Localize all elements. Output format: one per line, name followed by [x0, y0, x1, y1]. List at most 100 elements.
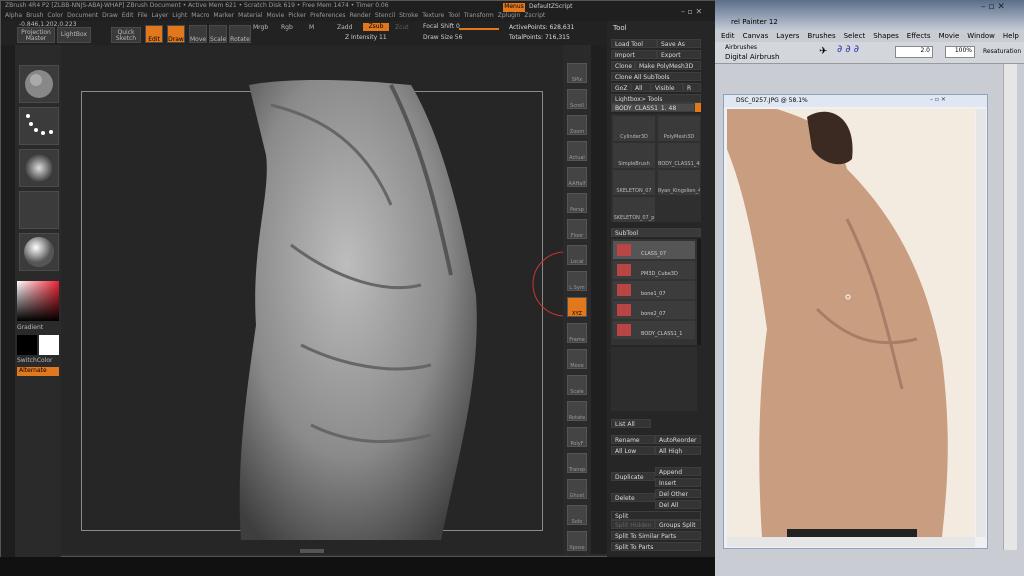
shelf-move-button[interactable]: Move: [567, 349, 587, 369]
primary-color-swatch[interactable]: [17, 335, 37, 355]
shelf-frame-button[interactable]: Frame: [567, 323, 587, 343]
painter-menu-shapes[interactable]: Shapes: [873, 32, 899, 40]
painter-window-controls[interactable]: – ▫ ✕: [981, 2, 1021, 16]
tool-thumb[interactable]: Ryan_Kingslien_4: [658, 170, 700, 195]
load-tool-button[interactable]: Load Tool: [611, 39, 657, 48]
shelf-spix-button[interactable]: SPix: [567, 63, 587, 83]
gradient-label[interactable]: Gradient: [17, 324, 43, 331]
zbrush-menu-texture[interactable]: Texture: [422, 11, 444, 21]
shelf-xyz-button[interactable]: XYZ: [567, 297, 587, 317]
import-button[interactable]: Import: [611, 50, 657, 59]
move-mode-button[interactable]: Move: [189, 25, 207, 43]
shelf-zoom-button[interactable]: Zoom: [567, 115, 587, 135]
zbrush-menu-marker[interactable]: Marker: [213, 11, 234, 21]
tool-thumb[interactable]: Cylinder3D: [613, 116, 655, 141]
zbrush-menu-stroke[interactable]: Stroke: [399, 11, 418, 21]
zsub-toggle[interactable]: Zsub: [363, 23, 389, 31]
zbrush-menu-brush[interactable]: Brush: [26, 11, 43, 21]
zbrush-menu-alpha[interactable]: Alpha: [5, 11, 22, 21]
zbrush-menu-items[interactable]: Alpha Brush Color Document Draw Edit File Layer…: [1, 11, 716, 21]
alpha-thumb[interactable]: [19, 149, 59, 187]
painter-menu-movie[interactable]: Movie: [939, 32, 960, 40]
mrgb-toggle[interactable]: Mrgb: [253, 24, 268, 31]
zbrush-menu-light[interactable]: Light: [172, 11, 187, 21]
zbrush-menu-color[interactable]: Color: [47, 11, 63, 21]
shelf-scale-button[interactable]: Scale: [567, 375, 587, 395]
export-button[interactable]: Export: [657, 50, 701, 59]
split-parts-button[interactable]: Split To Parts: [611, 542, 701, 551]
brush-thumb[interactable]: [19, 65, 59, 103]
photo-hscroll[interactable]: [727, 537, 975, 547]
shelf-local-button[interactable]: Local: [567, 245, 587, 265]
clone-button[interactable]: Clone: [611, 61, 635, 70]
zcut-toggle[interactable]: Zcut: [395, 24, 409, 31]
painter-vscroll[interactable]: [1003, 64, 1017, 550]
switch-color-button[interactable]: SwitchColor: [17, 357, 53, 364]
focal-shift-slider[interactable]: Focal Shift 0: [423, 23, 460, 30]
painter-menubar[interactable]: Edit Canvas Layers Brushes Select Shapes Effec…: [721, 32, 1024, 40]
append-button[interactable]: Append: [655, 467, 701, 476]
m-toggle[interactable]: M: [309, 24, 314, 31]
alternate-button[interactable]: Alternate: [17, 367, 59, 376]
all-low-button[interactable]: All Low: [611, 446, 655, 455]
split-hidden-button[interactable]: Split Hidden: [611, 520, 655, 529]
painter-menu-brushes[interactable]: Brushes: [807, 32, 835, 40]
stroke-type-icons[interactable]: ∂ ∂ ∂: [837, 44, 859, 55]
shelf-xpose-button[interactable]: Xpose: [567, 531, 587, 551]
subtool-item[interactable]: bone1_07: [613, 281, 695, 299]
tool-thumb[interactable]: PolyMesh3D: [658, 116, 700, 141]
shelf-aahalf-button[interactable]: AAHalf: [567, 167, 587, 187]
goz-r-button[interactable]: R: [683, 83, 701, 92]
duplicate-button[interactable]: Duplicate: [611, 472, 655, 481]
menus-button[interactable]: Menus: [503, 3, 525, 12]
painter-menu-canvas[interactable]: Canvas: [743, 32, 769, 40]
split-similar-button[interactable]: Split To Similar Parts: [611, 531, 701, 540]
shelf-transp-button[interactable]: Transp: [567, 453, 587, 473]
zbrush-menu-picker[interactable]: Picker: [288, 11, 306, 21]
save-as-button[interactable]: Save As: [657, 39, 701, 48]
painter-menu-window[interactable]: Window: [967, 32, 995, 40]
airbrush-tool-icon[interactable]: ✈︎: [819, 46, 827, 57]
shelf-rotate-button[interactable]: Rotate: [567, 401, 587, 421]
subtool-item[interactable]: CLASS_07: [613, 241, 695, 259]
all-high-button[interactable]: All High: [655, 446, 701, 455]
shelf-scroll-button[interactable]: Scroll: [567, 89, 587, 109]
goz-visible-button[interactable]: Visible: [651, 83, 683, 92]
groups-split-button[interactable]: Groups Split: [655, 520, 701, 529]
quick-sketch-button[interactable]: Quick Sketch: [111, 27, 141, 43]
tool-thumb[interactable]: BODY_CLASS1_48: [658, 143, 700, 168]
zbrush-menu-render[interactable]: Render: [349, 11, 370, 21]
painter-menu-edit[interactable]: Edit: [721, 32, 735, 40]
zbrush-menu-draw[interactable]: Draw: [102, 11, 118, 21]
zbrush-menu-movie[interactable]: Movie: [267, 11, 285, 21]
zbrush-menu-zplugin[interactable]: Zplugin: [498, 11, 521, 21]
painter-menu-select[interactable]: Select: [844, 32, 866, 40]
zbrush-menu-document[interactable]: Document: [67, 11, 98, 21]
current-tool-slider[interactable]: BODY_CLASS1_1. 48: [611, 103, 695, 112]
zbrush-menu-preferences[interactable]: Preferences: [310, 11, 345, 21]
opacity-field[interactable]: 100%: [945, 46, 975, 58]
script-button[interactable]: DefaultZScript: [529, 3, 572, 10]
split-header[interactable]: Split: [611, 511, 701, 520]
zbrush-menu-stencil[interactable]: Stencil: [375, 11, 395, 21]
subtool-header[interactable]: SubTool: [611, 228, 701, 237]
draw-size-slider[interactable]: Draw Size 56: [423, 34, 462, 41]
material-thumb[interactable]: [19, 233, 59, 271]
rotate-mode-button[interactable]: Rotate: [229, 25, 251, 43]
draw-mode-button[interactable]: Draw: [167, 25, 185, 43]
painter-menu-layers[interactable]: Layers: [776, 32, 799, 40]
tool-thumb[interactable]: SKELETON_07_p: [613, 197, 655, 222]
tool-thumb[interactable]: SimpleBrush: [613, 143, 655, 168]
tool-thumb[interactable]: SKELETON_07: [613, 170, 655, 195]
rename-button[interactable]: Rename: [611, 435, 655, 444]
zadd-toggle[interactable]: Zadd: [337, 24, 352, 31]
del-all-button[interactable]: Del All: [655, 500, 701, 509]
texture-thumb[interactable]: [19, 191, 59, 229]
stroke-thumb[interactable]: [19, 107, 59, 145]
zbrush-menu-material[interactable]: Material: [238, 11, 262, 21]
lightbox-tools-button[interactable]: Lightbox> Tools: [611, 94, 701, 103]
secondary-color-swatch[interactable]: [39, 335, 59, 355]
subtool-item[interactable]: PM3D_Cube3D: [613, 261, 695, 279]
zbrush-menu-layer[interactable]: Layer: [152, 11, 169, 21]
insert-button[interactable]: Insert: [655, 478, 701, 487]
